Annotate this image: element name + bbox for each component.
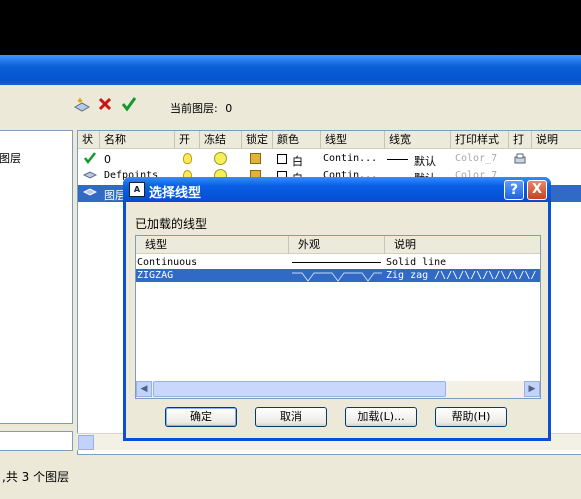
sun-thawed-icon[interactable] (214, 152, 227, 165)
help-button[interactable]: 帮助(H) (435, 407, 507, 427)
current-layer-value: 0 (225, 102, 233, 115)
ok-button[interactable]: 确定 (165, 407, 237, 427)
linetype-list[interactable]: 线型 外观 说明 Continuous Solid line ZIGZAG Zi… (135, 235, 541, 399)
scroll-left-arrow-icon[interactable] (78, 435, 94, 450)
layer-icon (83, 170, 97, 183)
zigzag-line-preview (292, 269, 382, 285)
layer-name: 0 (104, 153, 111, 166)
cancel-button[interactable]: 取消 (255, 407, 327, 427)
linetype-name: ZIGZAG (137, 270, 174, 281)
col-name[interactable]: 名称 (100, 131, 175, 149)
filter-field[interactable] (0, 431, 73, 451)
lineweight-sample (387, 159, 408, 160)
col-plotstyle[interactable]: 打印样式 (451, 131, 509, 149)
check-icon (84, 151, 96, 168)
set-current-icon[interactable] (121, 96, 137, 112)
list-item-selected[interactable]: ZIGZAG Zig zag /\/\/\/\/\/\/\/\/ (136, 269, 540, 285)
scroll-left-arrow-icon[interactable]: ◀ (136, 381, 152, 397)
close-icon[interactable]: X (527, 180, 547, 200)
layer-linetype[interactable]: Contin... (323, 153, 377, 164)
scroll-thumb[interactable] (153, 381, 446, 397)
current-layer-label: 当前图层: (170, 102, 218, 115)
col-appearance[interactable]: 外观 (289, 236, 385, 254)
layer-toolbar: 当前图层: 0 (0, 91, 581, 125)
col-status[interactable]: 状 (78, 131, 100, 149)
scroll-right-arrow-icon[interactable]: ▶ (524, 381, 540, 397)
layer-filter-tree[interactable]: 图层 (0, 130, 73, 424)
tree-item-layers[interactable]: 图层 (0, 150, 21, 166)
dialog-body: 已加载的线型 线型 外观 说明 Continuous Solid line ZI… (126, 202, 548, 438)
col-description[interactable]: 说明 (532, 131, 581, 149)
help-icon[interactable]: ? (504, 180, 524, 200)
printer-icon[interactable] (513, 153, 527, 169)
col-description[interactable]: 说明 (385, 236, 540, 254)
dialog-titlebar[interactable]: A 选择线型 ? X (123, 177, 551, 202)
col-freeze[interactable]: 冻结 (200, 131, 242, 149)
status-text: ,共 3 个图层 (2, 470, 70, 484)
col-lock[interactable]: 锁定 (242, 131, 273, 149)
linetype-description: Zig zag /\/\/\/\/\/\/\/\/ (386, 270, 537, 281)
linetype-list-hscrollbar[interactable]: ◀ ▶ (136, 381, 540, 398)
layer-table-header: 状 名称 开 冻结 锁定 颜色 线型 线宽 打印样式 打 说明 (78, 131, 581, 149)
layer-plotstyle: Color_7 (455, 153, 498, 164)
new-layer-icon[interactable] (73, 96, 91, 112)
col-lineweight[interactable]: 线宽 (385, 131, 451, 149)
color-swatch[interactable] (277, 154, 287, 164)
layer-icon (83, 187, 97, 200)
table-row[interactable]: 0 白 Contin... 默认 Color_7 (78, 151, 581, 168)
col-color[interactable]: 颜色 (273, 131, 321, 149)
col-linetype[interactable]: 线型 (321, 131, 385, 149)
app-icon: A (129, 182, 145, 197)
loaded-linetypes-label: 已加载的线型 (135, 217, 208, 231)
linetype-list-header: 线型 外观 说明 (136, 236, 540, 254)
unlock-icon[interactable] (250, 153, 261, 164)
window-titlebar[interactable] (0, 55, 581, 85)
col-plot[interactable]: 打 (509, 131, 532, 149)
solid-line-preview (292, 262, 381, 263)
load-button[interactable]: 加载(L)... (345, 407, 417, 427)
layer-lineweight[interactable]: 默认 (414, 153, 436, 169)
layer-color: 白 (292, 155, 303, 168)
list-item[interactable]: Continuous Solid line (136, 256, 540, 269)
linetype-name: Continuous (137, 257, 198, 268)
col-on[interactable]: 开 (175, 131, 200, 149)
delete-layer-icon[interactable] (97, 96, 113, 112)
bulb-on-icon[interactable] (183, 153, 192, 164)
dialog-title: 选择线型 (149, 186, 202, 201)
col-linetype[interactable]: 线型 (136, 236, 289, 254)
linetype-description: Solid line (386, 257, 447, 268)
status-bar: ,共 3 个图层 (0, 462, 581, 490)
current-layer-readout: 当前图层: 0 (170, 100, 232, 116)
select-linetype-dialog: A 选择线型 ? X 已加载的线型 线型 外观 说明 Continuous So… (123, 177, 551, 441)
